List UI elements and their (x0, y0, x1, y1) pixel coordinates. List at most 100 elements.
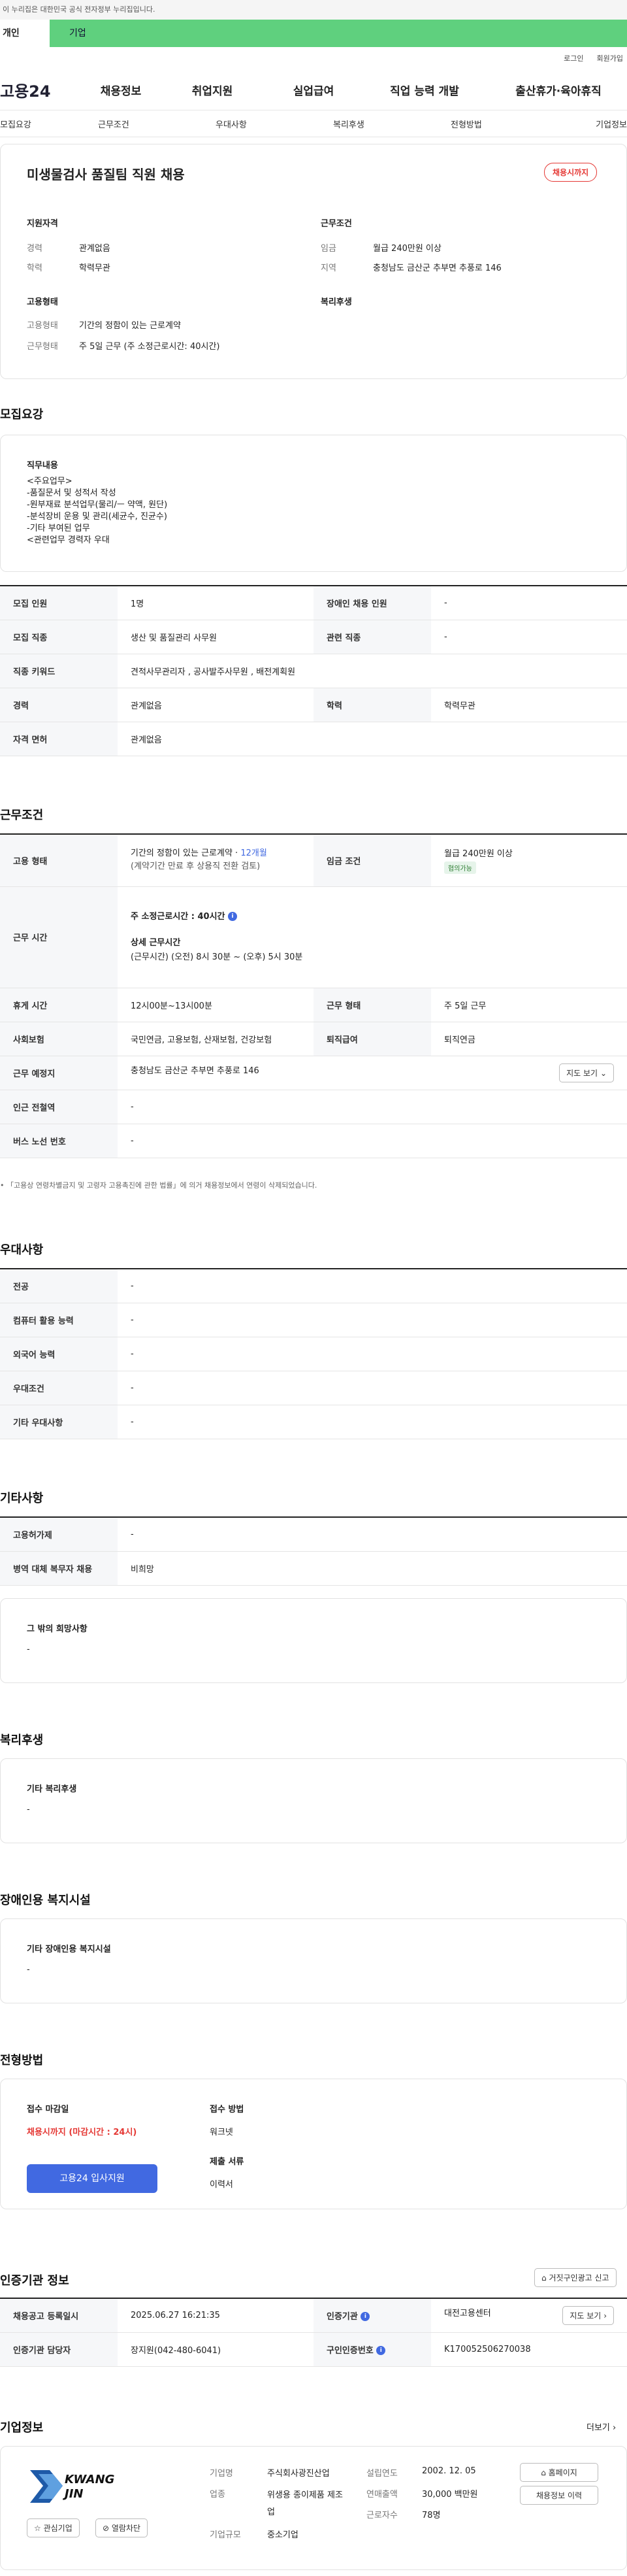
site-logo[interactable]: 고용24 (0, 78, 85, 101)
subnav-welfare[interactable]: 복리후생 (333, 118, 451, 130)
duty-card: 직무내용 <주요업무> -품질문서 및 성적서 작성 -원부재료 분석업무(물리/ㅡ… (0, 435, 627, 572)
career-value: 관계없음 (79, 244, 110, 254)
welfare-sub: 기타 복리후생 (27, 1784, 77, 1794)
table-row: 고용 형태 기간의 정함이 있는 근로계약 · 12개월 (계약기간 만료 후 상… (0, 834, 627, 887)
area-value: 충청남도 금산군 추부면 추풍로 146 (373, 263, 502, 273)
pref-table: 전공 - 컴퓨터 활용 능력 - 외국어 능력 - 우대조건 - 기타 우대사항 - (0, 1268, 627, 1439)
table-row: 컴퓨터 활용 능력 - (0, 1303, 627, 1337)
work-label: 근무형태 (27, 342, 58, 352)
sales-label: 연매출액 (366, 2490, 398, 2500)
info-icon[interactable]: i (376, 2346, 386, 2355)
gnb-job-training[interactable]: 직업 능력 개발 (359, 82, 490, 98)
tab-personal[interactable]: 개인 (0, 20, 50, 47)
welfare-value: - (27, 1805, 30, 1815)
disability-title: 장애인용 복지시설 (0, 1894, 91, 1907)
subnav-recruit[interactable]: 모집요강 (0, 118, 98, 130)
info-icon[interactable]: i (228, 912, 238, 921)
negotiable-chip: 협의가능 (444, 861, 476, 875)
other-wish-card: 그 밖의 희망사항 - (0, 1598, 627, 1683)
bullet-icon: • (0, 1181, 7, 1190)
type-title: 고용형태 (27, 297, 58, 307)
welfare-card: 기타 복리후생 - (0, 1758, 627, 1843)
welfare-section-title: 복리후생 (0, 1733, 44, 1747)
tab-company[interactable]: 기업 (50, 20, 627, 47)
industry-value: 위생용 종이제품 제조업 (267, 2490, 343, 2517)
table-row: 모집 인원 1명 장애인 채용 인원 - (0, 586, 627, 620)
deadline-value: 채용시까지 (마감시간 : 24시) (27, 2128, 137, 2137)
company-logo: KWANG JIN (27, 2465, 114, 2511)
docs-title: 제출 서류 (210, 2157, 244, 2167)
login-link[interactable]: 로그인 (564, 53, 583, 63)
subnav-process[interactable]: 전형방법 (451, 118, 568, 130)
duty-content: <주요업무> -품질문서 및 성적서 작성 -원부재료 분석업무(물리/ㅡ 약액, … (27, 477, 168, 545)
sales-value: 30,000 백만원 (422, 2490, 478, 2500)
gnb-employment-support[interactable]: 취업지원 (157, 82, 268, 98)
block-icon: ⊘ (103, 2524, 112, 2533)
table-row: 근무 예정지 충청남도 금산군 추부면 추풍로 146 지도 보기 ⌄ (0, 1056, 627, 1090)
company-title: 기업정보 (0, 2421, 44, 2435)
table-row: 모집 직종 생산 및 품질관리 사무원 관련 직종 - (0, 620, 627, 654)
recruit-table: 모집 인원 1명 장애인 채용 인원 - 모집 직종 생산 및 품질관리 사무원 관련 직… (0, 585, 627, 756)
history-button[interactable]: 채용정보 이력 (520, 2486, 598, 2505)
home-icon: ⌂ (541, 2468, 549, 2477)
founded-label: 설립연도 (366, 2469, 398, 2479)
wage-label: 임금 (321, 244, 336, 254)
homepage-button[interactable]: ⌂ 홈페이지 (520, 2463, 598, 2482)
edu-label: 학력 (27, 263, 42, 273)
agency-table: 채용공고 등록일시 2025.06.27 16:21:35 인증기관 i 대전고용센터… (0, 2298, 627, 2367)
welfare-title: 복리후생 (321, 297, 352, 307)
table-row: 기타 우대사항 - (0, 1405, 627, 1439)
table-row: 우대조건 - (0, 1371, 627, 1405)
table-row: 병역 대체 복무자 채용 비희망 (0, 1551, 627, 1586)
report-button[interactable]: ⌂ 거짓구인광고 신고 (534, 2268, 617, 2287)
edu-value: 학력무관 (79, 263, 110, 273)
table-row: 휴게 시간 12시00분~13시00분 근무 형태 주 5일 근무 (0, 988, 627, 1022)
job-title: 미생물검사 품질팀 직원 채용 (27, 167, 185, 182)
emp-label: 고용형태 (27, 321, 58, 331)
subnav-conditions[interactable]: 근무조건 (98, 118, 216, 130)
work-value: 주 5일 근무 (주 소정근로시간: 40시간) (79, 342, 220, 352)
size-label: 기업규모 (210, 2530, 241, 2540)
gnb-unemployment-benefit[interactable]: 실업급여 (268, 82, 359, 98)
industry-label: 업종 (210, 2490, 225, 2500)
conditions-title: 근무조건 (0, 809, 44, 822)
disability-sub: 기타 장애인용 복지시설 (27, 1945, 111, 1954)
block-button[interactable]: ⊘ 열람차단 (95, 2518, 148, 2537)
other-wish-title: 그 밖의 희망사항 (27, 1624, 88, 1634)
job-summary-card: 미생물검사 품질팀 직원 채용 채용시까지 지원자격 경력 관계없음 학력 학력… (0, 144, 627, 379)
table-row: 직종 키워드 견적사무관리자 , 공사발주사무원 , 배전계획원 (0, 654, 627, 688)
recruit-title: 모집요강 (0, 408, 44, 422)
gnb-parental-leave[interactable]: 출산휴가·육아휴직 (490, 82, 627, 98)
map-button[interactable]: 지도 보기 ⌄ (559, 1063, 614, 1082)
gnb-jobs[interactable]: 채용정보 (85, 82, 157, 98)
agency-title: 인증기관 정보 (0, 2274, 69, 2288)
subnav-preference[interactable]: 우대사항 (216, 118, 333, 130)
deadline-title: 접수 마감일 (27, 2105, 69, 2115)
chevron-right-icon: › (603, 2311, 607, 2320)
more-link[interactable]: 더보기 › (587, 2420, 616, 2433)
chevron-right-icon: › (613, 2423, 617, 2433)
info-icon[interactable]: i (361, 2312, 370, 2322)
method-value: 워크넷 (210, 2128, 233, 2137)
agency-map-button[interactable]: 지도 보기 › (562, 2305, 614, 2325)
duty-title: 직무내용 (27, 461, 58, 471)
conditions-table: 고용 형태 기간의 정함이 있는 근로계약 · 12개월 (계약기간 만료 후 상… (0, 833, 627, 1158)
process-title: 전형방법 (0, 2054, 44, 2067)
table-row: 외국어 능력 - (0, 1337, 627, 1371)
subnav-company[interactable]: 기업정보 (568, 118, 627, 130)
method-title: 접수 방법 (210, 2105, 244, 2115)
area-label: 지역 (321, 263, 336, 273)
favorite-button[interactable]: ☆ 관심기업 (27, 2518, 80, 2537)
founded-value: 2002. 12. 05 (422, 2466, 476, 2476)
cond-title: 근무조건 (321, 219, 352, 229)
table-row: 근무 시간 주 소정근로시간 : 40시간 i 상세 근무시간 (근무시간) (오전… (0, 886, 627, 988)
table-row: 자격 면허 관계없음 (0, 722, 627, 756)
table-row: 경력 관계없음 학력 학력무관 (0, 688, 627, 722)
wage-value: 월급 240만원 이상 (373, 244, 442, 254)
other-wish-value: - (27, 1645, 30, 1654)
gov-banner: 이 누리집은 대한민국 공식 전자정부 누리집입니다. (0, 0, 627, 20)
signup-link[interactable]: 회원가입 (597, 53, 623, 63)
star-icon: ☆ (34, 2524, 44, 2533)
pref-title: 우대사항 (0, 1243, 44, 1257)
apply-button[interactable]: 고용24 입사지원 (27, 2164, 157, 2193)
